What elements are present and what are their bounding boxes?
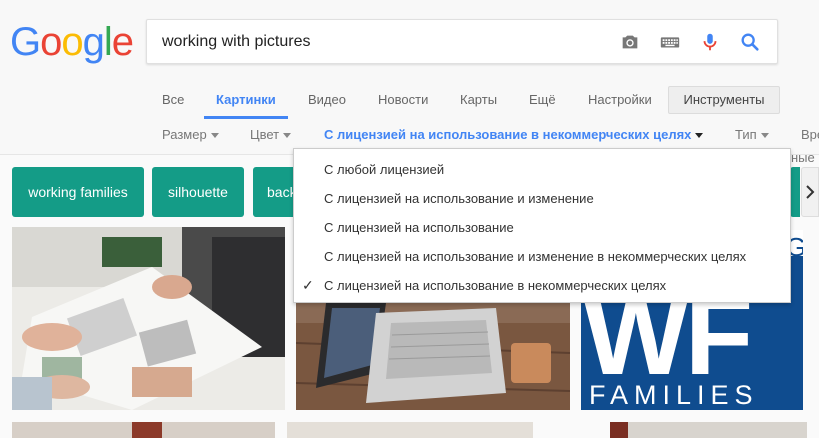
license-option-label: С лицензией на использование и изменение… [324, 249, 747, 264]
license-option-label: С любой лицензией [324, 162, 445, 177]
image-result[interactable] [610, 422, 807, 438]
microphone-icon[interactable] [699, 31, 721, 53]
camera-icon[interactable] [619, 31, 641, 53]
image-result[interactable] [296, 303, 570, 410]
filter-time[interactable]: Вре [801, 127, 819, 142]
search-input[interactable] [162, 20, 602, 63]
filter-license[interactable]: С лицензией на использование в некоммерч… [324, 127, 704, 142]
license-dropdown: С любой лицензией С лицензией на использ… [293, 148, 791, 303]
image-result[interactable] [287, 422, 533, 438]
image-result[interactable] [12, 227, 285, 410]
filter-color-label: Цвет [250, 127, 280, 142]
search-box [146, 19, 778, 64]
license-option-label: С лицензией на использование [324, 220, 514, 235]
filter-size[interactable]: Размер [162, 127, 219, 142]
license-option-label: С лицензией на использование в некоммерч… [324, 278, 667, 293]
tab-settings[interactable]: Настройки [588, 92, 652, 107]
license-option-reuse[interactable]: С лицензией на использование [294, 213, 790, 242]
chip-working-families[interactable]: working families [12, 167, 144, 217]
license-option-any[interactable]: С любой лицензией [294, 155, 790, 184]
license-option-reuse-modify[interactable]: С лицензией на использование и изменение [294, 184, 790, 213]
tools-button[interactable]: Инструменты [668, 86, 780, 114]
filter-license-label: С лицензией на использование в некоммерч… [324, 127, 692, 142]
license-option-reuse-noncommercial[interactable]: ✓ С лицензией на использование в некоммер… [294, 271, 790, 300]
tools-filters: Размер Цвет С лицензией на использование… [0, 126, 819, 146]
logo-letter: o [40, 20, 62, 64]
filter-type[interactable]: Тип [735, 127, 769, 142]
chips-next-button[interactable] [801, 167, 819, 217]
photo-fragment [132, 422, 162, 438]
chip-silhouette[interactable]: silhouette [152, 167, 244, 217]
logo-letter: G [10, 20, 41, 64]
image-result[interactable] [12, 422, 275, 438]
google-logo[interactable]: Google [10, 20, 134, 64]
photo-laptop [296, 303, 570, 410]
tab-all[interactable]: Все [162, 92, 184, 107]
filter-color[interactable]: Цвет [250, 127, 292, 142]
license-option-reuse-modify-noncommercial[interactable]: С лицензией на использование и изменение… [294, 242, 790, 271]
logo-letter: l [103, 20, 113, 64]
tab-video[interactable]: Видео [308, 92, 346, 107]
photo-workspace [12, 227, 285, 410]
photo-fragment [610, 422, 628, 438]
chevron-down-icon [695, 133, 704, 139]
filter-size-label: Размер [162, 127, 207, 142]
logo-letter: g [82, 20, 105, 64]
wf-families-text: FAMILIES [589, 380, 759, 410]
logo-letter: e [111, 20, 134, 64]
logo-letter: o [61, 20, 83, 64]
tab-news[interactable]: Новости [378, 92, 428, 107]
license-option-label: С лицензией на использование и изменение [324, 191, 594, 206]
chevron-down-icon [210, 133, 219, 139]
chevron-down-icon [283, 133, 292, 139]
chevron-down-icon [760, 133, 769, 139]
chip-partial[interactable] [790, 167, 800, 217]
partial-filter-text: ные [791, 150, 815, 165]
keyboard-icon[interactable] [659, 31, 681, 53]
active-tab-indicator [204, 116, 288, 119]
chevron-right-icon [806, 185, 815, 199]
filter-type-label: Тип [735, 127, 757, 142]
checkmark-icon: ✓ [302, 277, 314, 293]
tab-more[interactable]: Ещё [529, 92, 556, 107]
tab-images[interactable]: Картинки [216, 92, 276, 107]
header: Google Все [0, 0, 819, 155]
tab-maps[interactable]: Карты [460, 92, 497, 107]
search-icon[interactable] [739, 31, 761, 53]
